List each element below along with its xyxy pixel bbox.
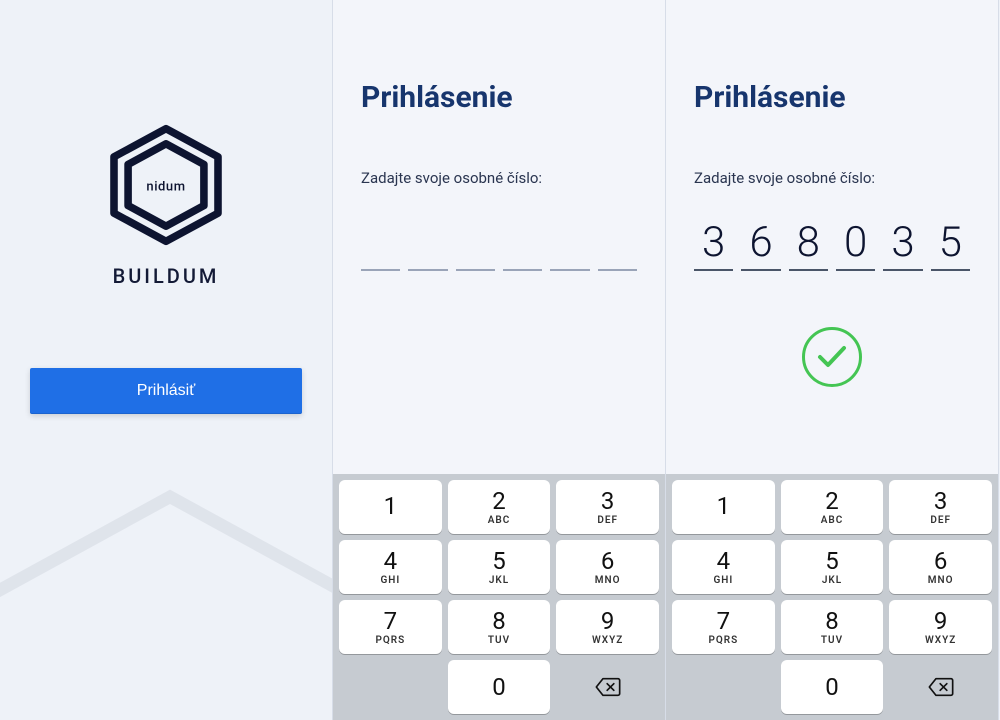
- login-panel-filled: Prihlásenie Zadajte svoje osobné číslo: …: [666, 0, 999, 720]
- keypad-key-9[interactable]: 9WXYZ: [556, 600, 659, 654]
- keypad-key-6[interactable]: 6MNO: [889, 540, 992, 594]
- checkmark-icon: [817, 345, 847, 369]
- login-title: Prihlásenie: [361, 80, 637, 115]
- code-digit-5[interactable]: 3: [883, 215, 922, 271]
- keypad-key-2[interactable]: 2ABC: [781, 480, 884, 534]
- logo-word: nidum: [146, 179, 185, 194]
- code-digit-3[interactable]: [456, 215, 495, 271]
- code-digit-1[interactable]: [361, 215, 400, 271]
- keypad-key-8[interactable]: 8TUV: [448, 600, 551, 654]
- keypad-key-6[interactable]: 6MNO: [556, 540, 659, 594]
- code-digit-3[interactable]: 8: [789, 215, 828, 271]
- keypad-key-3[interactable]: 3DEF: [556, 480, 659, 534]
- code-digit-4[interactable]: 0: [836, 215, 875, 271]
- keypad-blank: [339, 660, 442, 714]
- code-digit-6[interactable]: [598, 215, 637, 271]
- keypad-key-0[interactable]: 0: [448, 660, 551, 714]
- welcome-panel: nidum BUILDUM Prihlásiť: [0, 0, 333, 720]
- backspace-icon: [927, 677, 955, 697]
- keypad-backspace[interactable]: [889, 660, 992, 714]
- code-digit-2[interactable]: [408, 215, 447, 271]
- keypad-key-5[interactable]: 5JKL: [448, 540, 551, 594]
- login-subtitle: Zadajte svoje osobné číslo:: [361, 169, 637, 187]
- keypad-key-3[interactable]: 3DEF: [889, 480, 992, 534]
- keypad-key-1[interactable]: 1: [339, 480, 442, 534]
- code-digit-2[interactable]: 6: [741, 215, 780, 271]
- numeric-keypad: 1 2ABC 3DEF 4GHI 5JKL 6MNO 7PQRS 8TUV 9W…: [333, 474, 665, 720]
- keypad-key-2[interactable]: 2ABC: [448, 480, 551, 534]
- login-button[interactable]: Prihlásiť: [30, 368, 302, 414]
- keypad-backspace[interactable]: [556, 660, 659, 714]
- login-subtitle: Zadajte svoje osobné číslo:: [694, 169, 970, 187]
- login-panel-empty: Prihlásenie Zadajte svoje osobné číslo: …: [333, 0, 666, 720]
- code-input-row[interactable]: 3 6 8 0 3 5: [694, 215, 970, 271]
- code-digit-6[interactable]: 5: [931, 215, 970, 271]
- keypad-blank: [672, 660, 775, 714]
- brand-name: BUILDUM: [113, 264, 220, 288]
- numeric-keypad: 1 2ABC 3DEF 4GHI 5JKL 6MNO 7PQRS 8TUV 9W…: [666, 474, 998, 720]
- keypad-key-5[interactable]: 5JKL: [781, 540, 884, 594]
- checkmark-circle-icon: [802, 327, 862, 387]
- keypad-key-9[interactable]: 9WXYZ: [889, 600, 992, 654]
- code-input-row[interactable]: [361, 215, 637, 271]
- code-digit-4[interactable]: [503, 215, 542, 271]
- login-title: Prihlásenie: [694, 80, 970, 115]
- logo: nidum BUILDUM: [101, 120, 231, 288]
- keypad-key-7[interactable]: 7PQRS: [672, 600, 775, 654]
- keypad-key-4[interactable]: 4GHI: [672, 540, 775, 594]
- code-digit-5[interactable]: [550, 215, 589, 271]
- backspace-icon: [594, 677, 622, 697]
- keypad-key-7[interactable]: 7PQRS: [339, 600, 442, 654]
- keypad-key-1[interactable]: 1: [672, 480, 775, 534]
- code-digit-1[interactable]: 3: [694, 215, 733, 271]
- background-hex-deco: [0, 480, 333, 720]
- nidum-hex-logo-icon: nidum: [101, 120, 231, 250]
- keypad-key-8[interactable]: 8TUV: [781, 600, 884, 654]
- keypad-key-0[interactable]: 0: [781, 660, 884, 714]
- success-indicator: [694, 327, 970, 387]
- keypad-key-4[interactable]: 4GHI: [339, 540, 442, 594]
